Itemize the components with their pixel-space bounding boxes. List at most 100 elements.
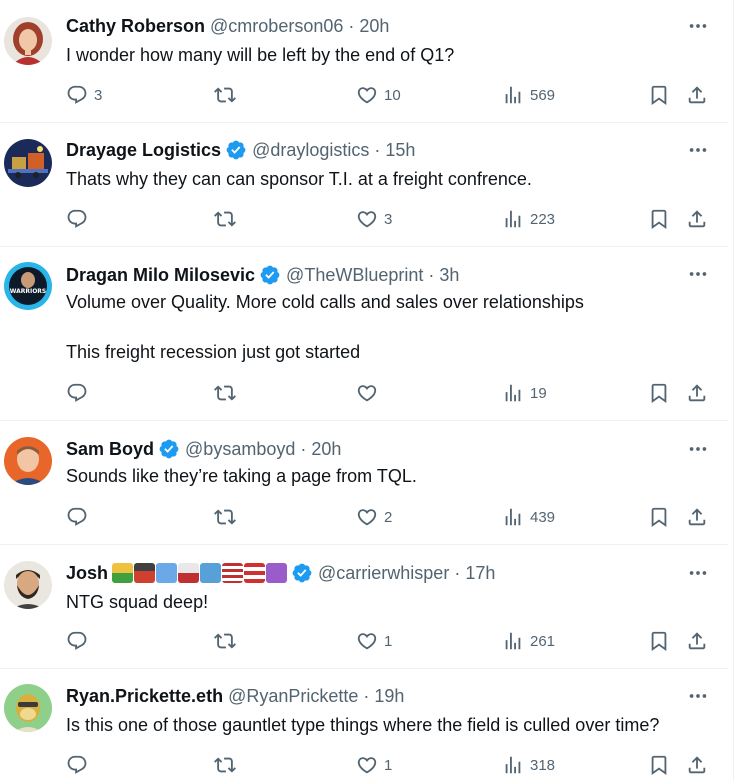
share-icon <box>688 384 706 402</box>
bookmark-icon <box>651 383 667 404</box>
retweet-button[interactable] <box>214 83 242 107</box>
verified-badge-icon <box>259 264 281 286</box>
tweet-header: Cathy Roberson @cmroberson06 · 20h <box>66 14 389 38</box>
like-count: 10 <box>384 86 401 104</box>
share-button[interactable] <box>686 753 708 777</box>
share-button[interactable] <box>686 381 708 405</box>
avatar[interactable]: WARRIORS <box>4 262 52 310</box>
display-name[interactable]: Ryan.Prickette.eth <box>66 686 223 707</box>
tweet-header: Sam Boyd @bysamboyd · 20h <box>66 437 341 461</box>
reply-button[interactable] <box>66 505 94 529</box>
like-icon <box>357 633 377 650</box>
separator-dot: · <box>300 438 307 459</box>
more-icon <box>689 447 707 451</box>
separator-dot: · <box>428 264 435 285</box>
like-button[interactable]: 1 <box>356 629 392 653</box>
like-icon <box>357 757 377 774</box>
retweet-button[interactable] <box>214 629 242 653</box>
truck-emoji <box>112 563 134 583</box>
user-handle[interactable]: @RyanPrickette <box>228 686 358 707</box>
like-button[interactable]: 10 <box>356 83 401 107</box>
like-button[interactable]: 1 <box>356 753 392 777</box>
tweet[interactable]: Sam Boyd @bysamboyd · 20h Sounds like th… <box>0 421 728 545</box>
views-button[interactable]: 261 <box>502 629 555 653</box>
avatar[interactable] <box>4 684 52 732</box>
more-options-button[interactable] <box>686 262 710 286</box>
views-button[interactable]: 318 <box>502 753 555 777</box>
timestamp[interactable]: 19h <box>374 686 404 707</box>
display-name[interactable]: Dragan Milo Milosevic <box>66 265 255 286</box>
reply-button[interactable] <box>66 753 94 777</box>
display-name[interactable]: Drayage Logistics <box>66 140 221 161</box>
more-options-button[interactable] <box>686 437 710 461</box>
like-button[interactable] <box>356 381 384 405</box>
reply-icon <box>67 755 87 774</box>
display-name[interactable]: Cathy Roberson <box>66 16 205 37</box>
timestamp[interactable]: 15h <box>385 140 415 161</box>
bookmark-button[interactable] <box>648 381 670 405</box>
display-name[interactable]: Sam Boyd <box>66 439 154 460</box>
reply-icon <box>67 631 87 650</box>
display-name[interactable]: Josh <box>66 563 108 584</box>
bookmark-button[interactable] <box>648 207 670 231</box>
views-button[interactable]: 569 <box>502 83 555 107</box>
tweet[interactable]: Josh @carrierwhisper · 17h NTG squad dee <box>0 545 728 669</box>
woman-red-hair-avatar <box>4 17 52 65</box>
retweet-button[interactable] <box>214 505 242 529</box>
avatar[interactable] <box>4 561 52 609</box>
user-handle[interactable]: @cmroberson06 <box>210 16 343 37</box>
reply-button[interactable]: 3 <box>66 83 102 107</box>
views-button[interactable]: 19 <box>502 381 547 405</box>
bookmark-button[interactable] <box>648 753 670 777</box>
more-options-button[interactable] <box>686 684 710 708</box>
user-handle[interactable]: @carrierwhisper <box>318 563 449 584</box>
reply-button[interactable] <box>66 629 94 653</box>
reply-button[interactable] <box>66 381 94 405</box>
avatar[interactable] <box>4 17 52 65</box>
views-button[interactable]: 439 <box>502 505 555 529</box>
tweet-text-line: Is this one of those gauntlet type thing… <box>66 715 660 735</box>
user-handle[interactable]: @TheWBlueprint <box>286 265 423 286</box>
share-button[interactable] <box>686 505 708 529</box>
view-count: 439 <box>530 508 556 526</box>
like-count: 1 <box>384 632 393 650</box>
tweet-text: Volume over Quality. More cold calls and… <box>66 290 584 364</box>
tweet[interactable]: Ryan.Prickette.eth @RyanPrickette · 19h … <box>0 669 728 781</box>
bookmark-button[interactable] <box>648 505 670 529</box>
avatar[interactable] <box>4 139 52 187</box>
timestamp[interactable]: 3h <box>439 265 459 286</box>
view-count: 19 <box>530 384 547 402</box>
tweet[interactable]: WARRIORS Dragan Milo Milosevic @TheWBlue… <box>0 247 728 421</box>
tweet-text-line: Sounds like they’re taking a page from T… <box>66 466 417 486</box>
more-options-button[interactable] <box>686 14 710 38</box>
view-count: 261 <box>530 632 556 650</box>
user-handle[interactable]: @bysamboyd <box>185 439 295 460</box>
tweet[interactable]: Cathy Roberson @cmroberson06 · 20h I won… <box>0 0 728 123</box>
timestamp[interactable]: 20h <box>311 439 341 460</box>
reply-icon <box>67 507 87 526</box>
bookmark-button[interactable] <box>648 629 670 653</box>
tweet[interactable]: Drayage Logistics @draylogistics · 15h T… <box>0 123 728 247</box>
retweet-button[interactable] <box>214 381 242 405</box>
share-button[interactable] <box>686 83 708 107</box>
man-orange-background-avatar <box>4 437 52 485</box>
ship-emoji <box>178 563 200 583</box>
retweet-button[interactable] <box>214 753 242 777</box>
share-button[interactable] <box>686 207 708 231</box>
like-button[interactable]: 2 <box>356 505 392 529</box>
more-options-button[interactable] <box>686 138 710 162</box>
retweet-button[interactable] <box>214 207 242 231</box>
warriors-blueprint-avatar: WARRIORS <box>4 262 52 310</box>
timestamp[interactable]: 20h <box>359 16 389 37</box>
views-button[interactable]: 223 <box>502 207 555 231</box>
like-button[interactable]: 3 <box>356 207 392 231</box>
share-button[interactable] <box>686 629 708 653</box>
bookmark-button[interactable] <box>648 83 670 107</box>
cartoon-ape-avatar <box>4 684 52 732</box>
avatar[interactable] <box>4 437 52 485</box>
timestamp[interactable]: 17h <box>465 563 495 584</box>
reply-button[interactable] <box>66 207 94 231</box>
more-options-button[interactable] <box>686 561 710 585</box>
share-icon <box>688 86 706 104</box>
user-handle[interactable]: @draylogistics <box>252 140 369 161</box>
